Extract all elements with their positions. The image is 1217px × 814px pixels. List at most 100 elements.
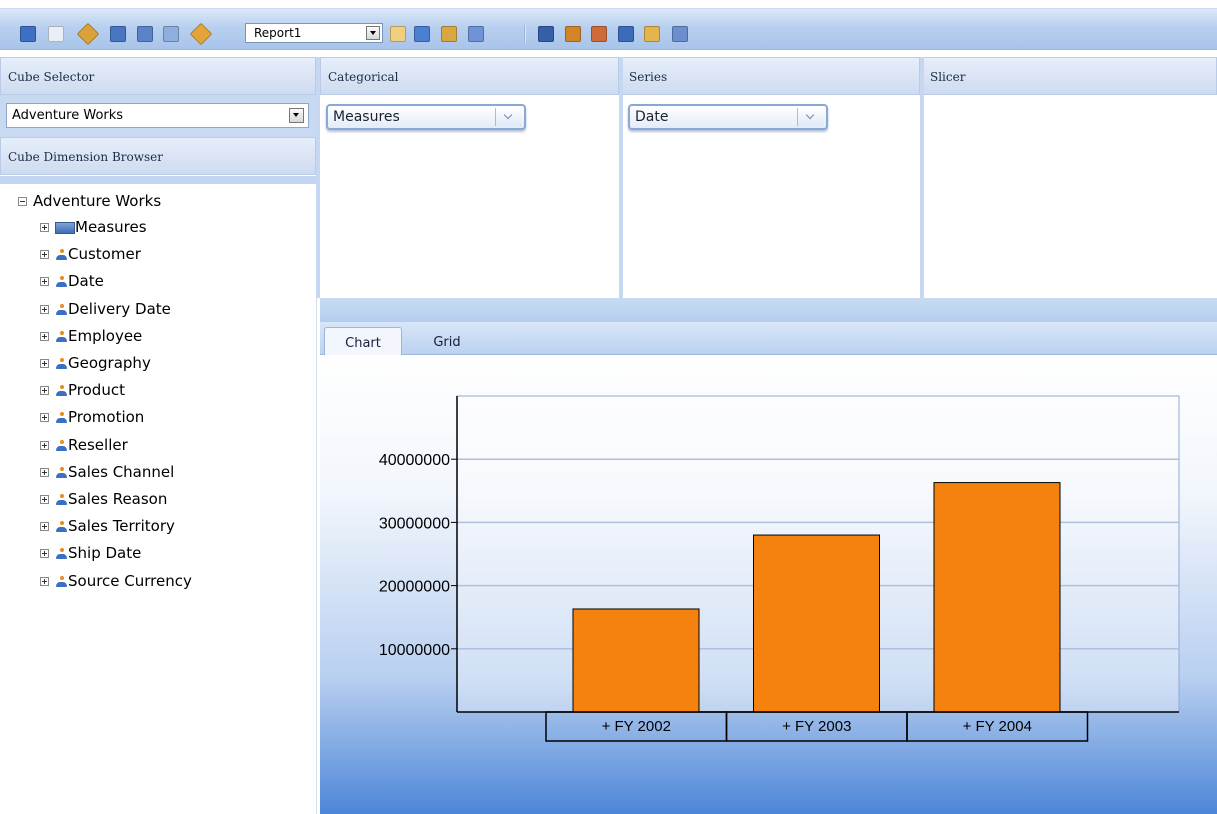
tree-item-sales-territory[interactable]: Sales Territory [40, 517, 175, 535]
expand-icon[interactable] [40, 413, 49, 423]
tree-item-ship-date[interactable]: Ship Date [40, 544, 141, 562]
properties-icon[interactable] [468, 26, 484, 42]
expand-icon[interactable] [40, 386, 49, 396]
cube-selector-value: Adventure Works [12, 108, 124, 123]
panel-icon[interactable] [618, 26, 634, 42]
expand-icon[interactable] [40, 359, 49, 368]
save-icon[interactable] [20, 26, 36, 42]
chevron-down-icon[interactable] [289, 108, 304, 123]
tree-item-label: Promotion [68, 408, 145, 427]
dimension-icon [55, 466, 68, 479]
tree-item-date[interactable]: Date [40, 272, 104, 290]
expand-icon[interactable] [40, 277, 49, 287]
refresh-icon[interactable] [163, 26, 179, 42]
settings-icon[interactable] [672, 26, 688, 42]
tree-root[interactable]: Adventure Works [18, 192, 161, 210]
dimension-icon [55, 303, 68, 316]
expand-icon[interactable] [40, 331, 49, 341]
undo-icon[interactable] [110, 26, 126, 42]
dimension-icon [55, 411, 68, 424]
report-combo-dropdown-icon[interactable] [366, 26, 380, 40]
zone-splitter[interactable] [320, 298, 1217, 322]
tag-icon[interactable] [189, 22, 213, 46]
main-toolbar: Report1 [0, 8, 1217, 50]
clear-icon[interactable] [644, 26, 660, 42]
chart-panel: 10000000 20000000 30000000 40000000 + FY 200… [320, 355, 1217, 814]
tree-item-label: Employee [68, 326, 143, 345]
new-report-icon[interactable] [48, 26, 64, 42]
zone-divider [920, 57, 924, 298]
expand-icon[interactable] [40, 223, 49, 232]
chevron-down-icon[interactable] [797, 108, 824, 126]
tab-chart[interactable]: Chart [324, 327, 402, 355]
chart-type-icon[interactable] [390, 26, 406, 42]
tree-item-sales-channel[interactable]: Sales Channel [40, 463, 174, 481]
bar [572, 608, 700, 713]
tree-item-reseller[interactable]: Reseller [40, 436, 128, 454]
tree-item-measures[interactable]: Measures [40, 218, 147, 236]
mdx-icon[interactable] [441, 26, 457, 42]
cube-selector-header: Cube Selector [0, 57, 316, 95]
dimension-icon [55, 330, 68, 343]
tree-item-customer[interactable]: Customer [40, 245, 141, 263]
expand-icon[interactable] [40, 576, 49, 586]
view-tabs: Chart Grid [320, 322, 1217, 355]
dimension-icon [55, 357, 68, 370]
expand-icon[interactable] [40, 467, 49, 477]
tree-item-label: Ship Date [68, 544, 142, 563]
slicer-drop-zone[interactable] [925, 95, 1217, 298]
expand-icon[interactable] [40, 495, 49, 504]
tree-item-sales-reason[interactable]: Sales Reason [40, 490, 167, 508]
series-header: Series [621, 57, 920, 95]
tree-item-source-currency[interactable]: Source Currency [40, 572, 192, 590]
dimension-tree: Adventure Works Measures Customer Date Deli… [0, 184, 317, 814]
redo-icon[interactable] [137, 26, 153, 42]
categorical-measures-pill[interactable]: Measures [326, 104, 526, 130]
tree-item-label: Sales Reason [68, 490, 168, 508]
collapse-icon[interactable] [18, 197, 27, 206]
dimension-browser-label: Cube Dimension Browser [8, 150, 163, 164]
tree-item-label: Reseller [68, 435, 128, 454]
tree-item-promotion[interactable]: Promotion [40, 408, 144, 426]
measures-icon [55, 221, 75, 234]
toolbar-separator [524, 25, 526, 43]
tree-item-label: Date [68, 272, 104, 291]
cube-selector-combo[interactable]: Adventure Works [6, 103, 309, 128]
dimension-icon [55, 520, 68, 533]
dimension-icon [55, 248, 68, 261]
layout-icon[interactable] [414, 26, 430, 42]
tree-item-label: Customer [68, 245, 141, 264]
dimension-icon [55, 575, 68, 588]
bar [933, 482, 1061, 713]
export-icon[interactable] [538, 26, 554, 42]
dimension-icon [55, 384, 68, 397]
tab-grid[interactable]: Grid [412, 327, 482, 355]
dimension-icon [55, 275, 68, 288]
expand-icon[interactable] [40, 522, 49, 532]
print-icon[interactable] [565, 26, 581, 42]
expand-icon[interactable] [40, 250, 49, 260]
series-date-pill[interactable]: Date [628, 104, 828, 130]
chevron-down-icon[interactable] [495, 108, 522, 126]
categorical-label: Categorical [328, 70, 399, 84]
tree-item-product[interactable]: Product [40, 381, 125, 399]
x-category-label: + FY 2003 [782, 718, 851, 735]
report-combo[interactable]: Report1 [245, 23, 383, 43]
expand-icon[interactable] [40, 549, 49, 559]
open-icon[interactable] [76, 22, 100, 46]
zone-divider [619, 57, 623, 298]
tree-root-label: Adventure Works [33, 192, 162, 210]
add-report-icon[interactable] [591, 26, 607, 42]
expand-icon[interactable] [40, 440, 49, 450]
expand-icon[interactable] [40, 304, 49, 314]
series-label: Series [629, 70, 668, 84]
tree-item-employee[interactable]: Employee [40, 327, 142, 345]
tree-item-label: Sales Channel [68, 462, 175, 481]
tree-item-geography[interactable]: Geography [40, 354, 151, 372]
cube-selector-label: Cube Selector [8, 70, 95, 84]
tree-item-label: Product [68, 381, 125, 400]
y-tick-label: 30000000 [379, 515, 450, 532]
tree-item-delivery-date[interactable]: Delivery Date [40, 300, 171, 318]
tree-item-label: Geography [68, 354, 151, 372]
pill-label: Measures [333, 109, 400, 125]
